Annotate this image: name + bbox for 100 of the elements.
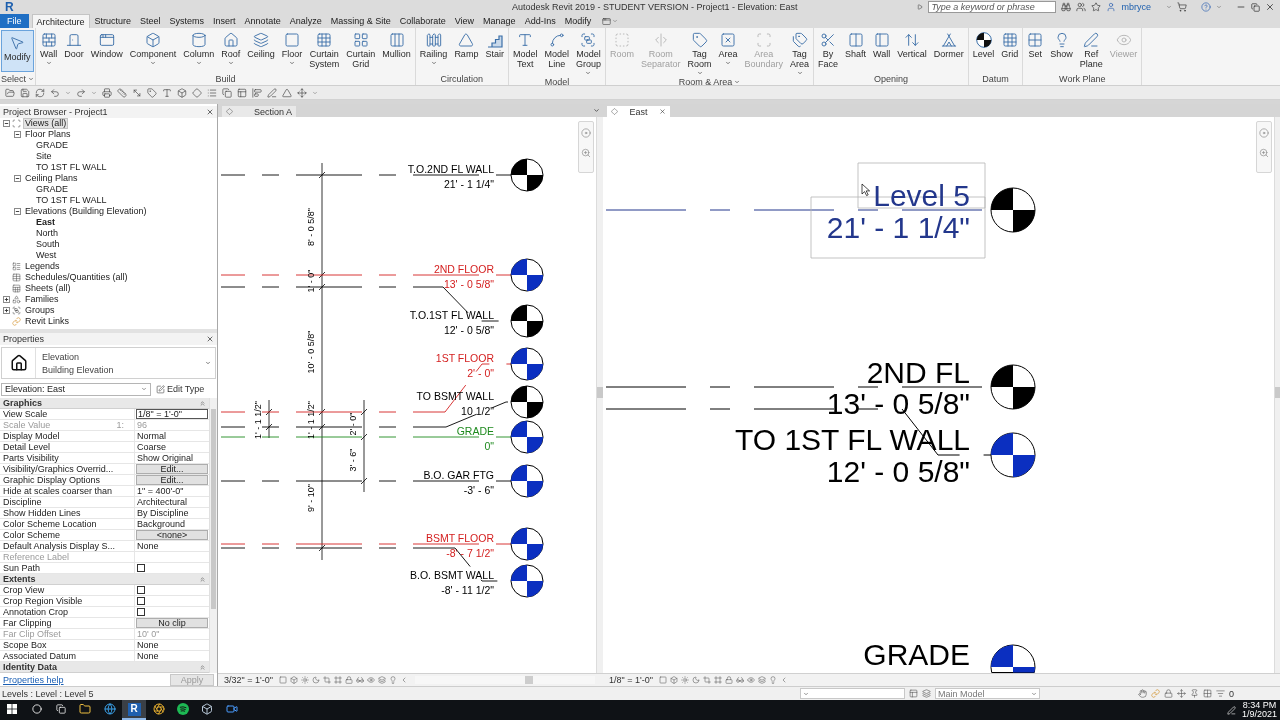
tool-button[interactable]: Model Text <box>509 30 541 70</box>
ribbon-tab[interactable]: Add-Ins <box>520 14 560 28</box>
caret-icon[interactable] <box>1166 4 1172 10</box>
glasses-icon[interactable] <box>735 676 744 684</box>
section-header[interactable]: Identity Data <box>0 662 209 673</box>
diagonal-arrow-icon[interactable] <box>132 87 142 98</box>
tool-button[interactable]: Shaft <box>842 30 870 60</box>
tree-item[interactable]: Site <box>34 151 54 162</box>
help-link[interactable]: Properties help <box>3 674 64 685</box>
ribbon-tab[interactable]: Systems <box>165 14 209 28</box>
model-dropdown[interactable]: Main Model <box>935 688 1040 699</box>
tree-item[interactable]: Elevations (Building Elevation) <box>23 206 149 217</box>
list-icon[interactable] <box>207 87 217 98</box>
ribbon-tab[interactable]: Manage <box>479 14 520 28</box>
section-header[interactable]: Extents <box>0 574 209 585</box>
tree-item[interactable]: North <box>34 228 60 239</box>
tool-button[interactable]: Floor <box>278 30 306 67</box>
tool-button[interactable]: Model Group <box>572 30 604 77</box>
tree-item[interactable]: Families <box>23 294 61 305</box>
user-name[interactable]: mbryce <box>1121 2 1151 12</box>
tool-button[interactable]: Wall <box>870 30 894 60</box>
tool-button[interactable]: Grid <box>998 30 1022 60</box>
close-icon[interactable] <box>206 335 214 343</box>
value-button[interactable]: Edit... <box>136 475 208 485</box>
layout-icon[interactable] <box>237 87 247 98</box>
window-icon[interactable] <box>602 16 612 26</box>
save-icon[interactable] <box>20 87 30 98</box>
sun-icon[interactable] <box>300 676 309 684</box>
tool-button[interactable]: Vertical <box>894 30 930 60</box>
tool-button[interactable]: By Face <box>815 30 842 70</box>
undo-icon[interactable] <box>50 87 60 98</box>
scrollbar-thumb[interactable] <box>524 676 533 684</box>
tool-button[interactable]: Ceiling <box>244 30 278 60</box>
tool-button[interactable]: Set <box>1024 30 1047 60</box>
minus-box-icon[interactable] <box>14 208 21 215</box>
type-selector[interactable]: Elevation Building Elevation <box>1 347 216 379</box>
view-scale[interactable]: 1/8" = 1'-0" <box>609 675 653 685</box>
checkbox[interactable] <box>137 586 145 594</box>
tree-item[interactable]: Revit Links <box>23 316 71 327</box>
clock-time[interactable]: 8:34 PM <box>1242 700 1277 710</box>
tool-button[interactable]: Roof <box>218 30 244 67</box>
star-icon[interactable] <box>1091 2 1102 12</box>
checkbox[interactable] <box>137 597 145 605</box>
lock-icon[interactable] <box>344 676 353 684</box>
tool-button[interactable]: Ramp <box>451 30 482 60</box>
link-icon[interactable] <box>1151 689 1160 698</box>
pin-icon[interactable] <box>1190 689 1199 698</box>
plus-box-icon[interactable] <box>3 307 10 314</box>
tree-item[interactable]: South <box>34 239 62 250</box>
tool-button[interactable]: Dormer <box>930 30 967 60</box>
view-scale[interactable]: 3/32" = 1'-0" <box>224 675 273 685</box>
tool-button[interactable]: Level <box>969 30 998 60</box>
lock-icon[interactable] <box>1164 689 1173 698</box>
move-icon[interactable] <box>297 87 307 98</box>
caret-icon[interactable] <box>734 79 741 85</box>
edit-type-button[interactable]: Edit Type <box>153 382 216 396</box>
tree-item[interactable]: GRADE <box>34 184 70 195</box>
scrollbar-thumb[interactable] <box>597 387 603 398</box>
tool-button[interactable]: Tag Area <box>787 30 813 77</box>
ruler-icon[interactable] <box>117 87 127 98</box>
minus-box-icon[interactable] <box>14 131 21 138</box>
tree-item[interactable]: Schedules/Quantities (all) <box>23 272 130 283</box>
close-icon[interactable] <box>206 108 214 116</box>
tree-item[interactable]: Floor Plans <box>23 129 73 140</box>
glasses-icon[interactable] <box>355 676 364 684</box>
move-icon[interactable] <box>1177 689 1186 698</box>
clock-date[interactable]: 1/9/2021 <box>1241 710 1277 720</box>
ribbon-tab[interactable]: Insert <box>209 14 240 28</box>
align-icon[interactable] <box>252 87 262 98</box>
tree-item[interactable]: Legends <box>23 261 62 272</box>
caret-icon[interactable] <box>612 18 619 24</box>
restore-icon[interactable] <box>1251 2 1260 12</box>
ribbon-tab[interactable]: Collaborate <box>395 14 450 28</box>
tool-button[interactable]: Stair <box>482 30 507 60</box>
tree-item[interactable]: TO 1ST FL WALL <box>34 162 109 173</box>
document-tab[interactable]: Section A <box>222 106 296 117</box>
search-field[interactable]: Type a keyword or phrase <box>928 1 1057 13</box>
people-icon[interactable] <box>1076 2 1087 12</box>
tool-button[interactable]: Model Line <box>541 30 572 70</box>
scrollbar[interactable] <box>414 676 595 684</box>
value-button[interactable]: Edit... <box>136 464 208 474</box>
ribbon-tab[interactable]: Analyze <box>285 14 326 28</box>
help-icon[interactable] <box>1201 2 1211 12</box>
crop-icon[interactable] <box>702 676 711 684</box>
tool-button[interactable]: Curtain Grid <box>343 30 379 70</box>
tree-item[interactable]: East <box>34 217 57 228</box>
frame-icon[interactable] <box>713 676 722 684</box>
cart-icon[interactable] <box>1177 2 1187 12</box>
caret-icon[interactable] <box>593 107 600 114</box>
moon-icon[interactable] <box>311 676 320 684</box>
ribbon-tab[interactable]: Structure <box>90 14 136 28</box>
tool-button[interactable]: Railing <box>416 30 451 67</box>
section-header[interactable]: Graphics <box>0 398 209 409</box>
folder-open-icon[interactable] <box>5 87 15 98</box>
text-icon[interactable] <box>162 87 172 98</box>
scrollbar[interactable] <box>1274 117 1280 673</box>
printer-icon[interactable] <box>102 87 112 98</box>
tool-button[interactable]: Tag Room <box>684 30 715 77</box>
disc-icon[interactable] <box>581 128 591 138</box>
layers-icon[interactable] <box>757 676 766 684</box>
